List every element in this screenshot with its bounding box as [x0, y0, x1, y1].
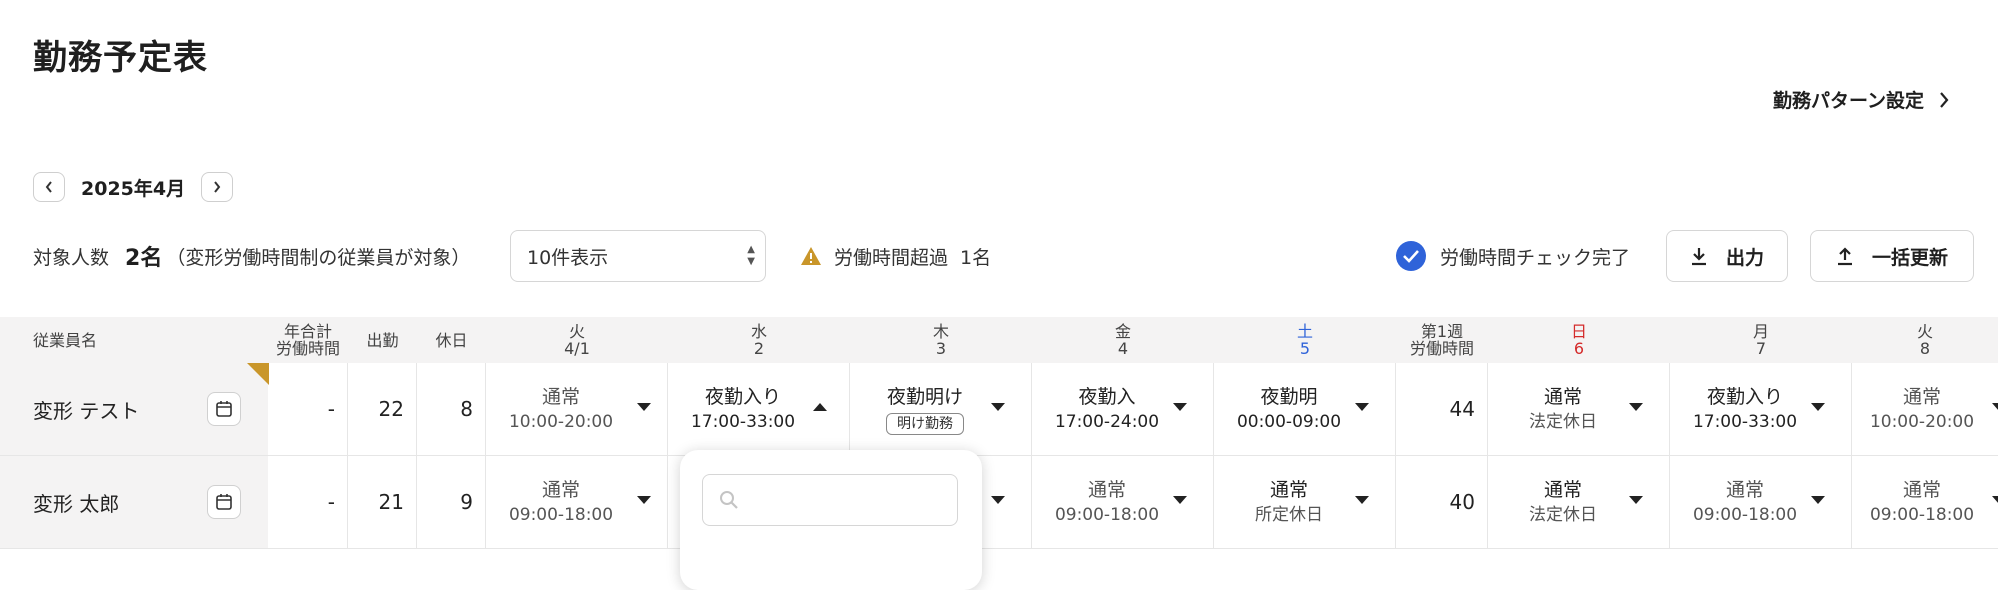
header-holiday: 休日 [435, 330, 468, 350]
shift-tag: 明け勤務 [886, 412, 964, 435]
dropdown-caret-icon[interactable] [1811, 496, 1825, 504]
shift-cell[interactable]: 通常 所定休日 [1214, 456, 1396, 548]
dropdown-caret-icon[interactable] [1173, 496, 1187, 504]
header-employee: 従業員名 [33, 330, 98, 350]
header-attendance: 出勤 [366, 330, 399, 350]
shift-cell[interactable]: 通常 法定休日 [1488, 456, 1670, 548]
header-day: 水2 [750, 322, 767, 358]
calendar-button[interactable] [207, 485, 241, 519]
page-size-select[interactable]: 10件表示 ▲ ▼ [510, 230, 766, 282]
week1-hours-value: 40 [1396, 456, 1488, 548]
header-week1-hours: 第1週 労働時間 [1409, 322, 1474, 358]
table-row: 変形 テスト - 22 8 通常 10:00-20:00 夜勤入り 17:00-33… [0, 363, 1998, 456]
current-month: 2025年4月 [81, 177, 186, 200]
dropdown-caret-icon[interactable] [1992, 496, 1998, 504]
table-row: 変形 太郎 - 21 9 通常 09:00-18:00 通常 09:00-18:00… [0, 456, 1998, 549]
attendance-value: 21 [348, 456, 417, 548]
dropdown-caret-icon[interactable] [1992, 403, 1998, 411]
dropdown-caret-icon[interactable] [991, 403, 1005, 411]
header-day: 金4 [1114, 322, 1131, 358]
employee-name-cell: 変形 太郎 [0, 456, 268, 548]
overtime-count: 1名 [960, 246, 992, 269]
shift-cell[interactable]: 夜勤明け 明け勤務 [850, 363, 1032, 455]
shift-cell-open[interactable]: 夜勤入り 17:00-33:00 [668, 363, 850, 455]
shift-search-field[interactable] [702, 474, 958, 526]
chevron-right-icon [1940, 91, 1949, 108]
shift-cell[interactable]: 夜勤入り 17:00-33:00 [1670, 363, 1852, 455]
bulk-update-button[interactable]: 一括更新 [1810, 230, 1974, 282]
chevron-left-icon [45, 181, 52, 193]
dropdown-caret-icon[interactable] [637, 496, 651, 504]
shift-cell[interactable]: 通常 09:00-18:00 [486, 456, 668, 548]
dropdown-caret-icon[interactable] [1173, 403, 1187, 411]
header-annual-total: 年合計 労働時間 [275, 322, 340, 358]
shift-cell[interactable]: 通常 法定休日 [1488, 363, 1670, 455]
upload-icon [1837, 247, 1852, 266]
dropdown-caret-icon[interactable] [1629, 496, 1643, 504]
header-day-sunday: 日6 [1570, 322, 1587, 358]
month-navigator: 2025年4月 [33, 172, 234, 202]
holiday-value: 8 [417, 363, 486, 455]
export-label: 出力 [1725, 246, 1764, 269]
dropdown-caret-icon[interactable] [1629, 403, 1643, 411]
annual-total-value: - [268, 456, 348, 548]
download-icon [1691, 248, 1706, 266]
shift-cell[interactable]: 通常 09:00-18:00 [1670, 456, 1852, 548]
work-pattern-settings-link[interactable]: 勤務パターン設定 [1773, 86, 1950, 113]
shift-cell[interactable]: 通常 10:00-20:00 [1852, 363, 1998, 455]
target-count-note: （変形労働時間制の従業員が対象） [166, 246, 471, 269]
dropdown-caret-icon[interactable] [991, 496, 1005, 504]
bulk-update-label: 一括更新 [1871, 246, 1948, 269]
week1-hours-value: 44 [1396, 363, 1488, 455]
dropdown-caret-icon[interactable] [1811, 403, 1825, 411]
holiday-value: 9 [417, 456, 486, 548]
shift-cell[interactable]: 通常 09:00-18:00 [1032, 456, 1214, 548]
annual-total-value: - [268, 363, 348, 455]
check-circle-icon [1396, 241, 1426, 271]
warning-icon [801, 247, 821, 265]
work-hours-check-done[interactable]: 労働時間チェック完了 [1396, 230, 1630, 282]
shift-cell[interactable]: 夜勤入 17:00-24:00 [1032, 363, 1214, 455]
dropdown-caret-icon[interactable] [1355, 403, 1369, 411]
dropdown-caret-icon[interactable] [637, 403, 651, 411]
header-day: 木3 [932, 322, 949, 358]
target-count-label: 対象人数 [33, 246, 110, 269]
target-count-value: 2名 [125, 246, 163, 271]
calendar-icon [216, 401, 232, 417]
select-arrows-icon: ▲ ▼ [747, 244, 755, 267]
overtime-label: 労働時間超過 [834, 246, 949, 269]
employee-name: 変形 太郎 [33, 491, 120, 516]
dropdown-caret-up-icon[interactable] [813, 403, 827, 411]
dropdown-caret-icon[interactable] [1355, 496, 1369, 504]
shift-cell[interactable]: 通常 10:00-20:00 [486, 363, 668, 455]
search-icon [720, 491, 738, 509]
overtime-indicator: 労働時間超過 1名 [800, 230, 991, 282]
calendar-icon [216, 494, 232, 510]
shift-search-input[interactable] [739, 489, 943, 511]
export-button[interactable]: 出力 [1666, 230, 1788, 282]
employee-name-cell: 変形 テスト [0, 363, 269, 455]
header-day: 火 4/1 [564, 322, 590, 358]
header-day: 月7 [1752, 322, 1769, 358]
header-day: 火8 [1916, 322, 1933, 358]
employee-name: 変形 テスト [33, 398, 140, 423]
shift-cell[interactable]: 夜勤明 00:00-09:00 [1214, 363, 1396, 455]
prev-month-button[interactable] [33, 172, 65, 202]
page-title: 勤務予定表 [33, 38, 208, 78]
shift-cell[interactable]: 通常 09:00-18:00 [1852, 456, 1998, 548]
pattern-link-label: 勤務パターン設定 [1772, 90, 1924, 112]
attendance-value: 22 [348, 363, 417, 455]
page-size-value: 10件表示 [527, 246, 609, 269]
warning-corner-marker [247, 363, 269, 385]
header-day-saturday: 土5 [1296, 322, 1313, 358]
target-count: 対象人数 2名 （変形労働時間制の従業員が対象） [33, 230, 470, 282]
next-month-button[interactable] [201, 172, 234, 202]
chevron-right-icon [214, 181, 221, 193]
calendar-button[interactable] [207, 392, 241, 426]
shift-dropdown-popup [680, 450, 982, 590]
check-done-label: 労働時間チェック完了 [1440, 246, 1631, 269]
